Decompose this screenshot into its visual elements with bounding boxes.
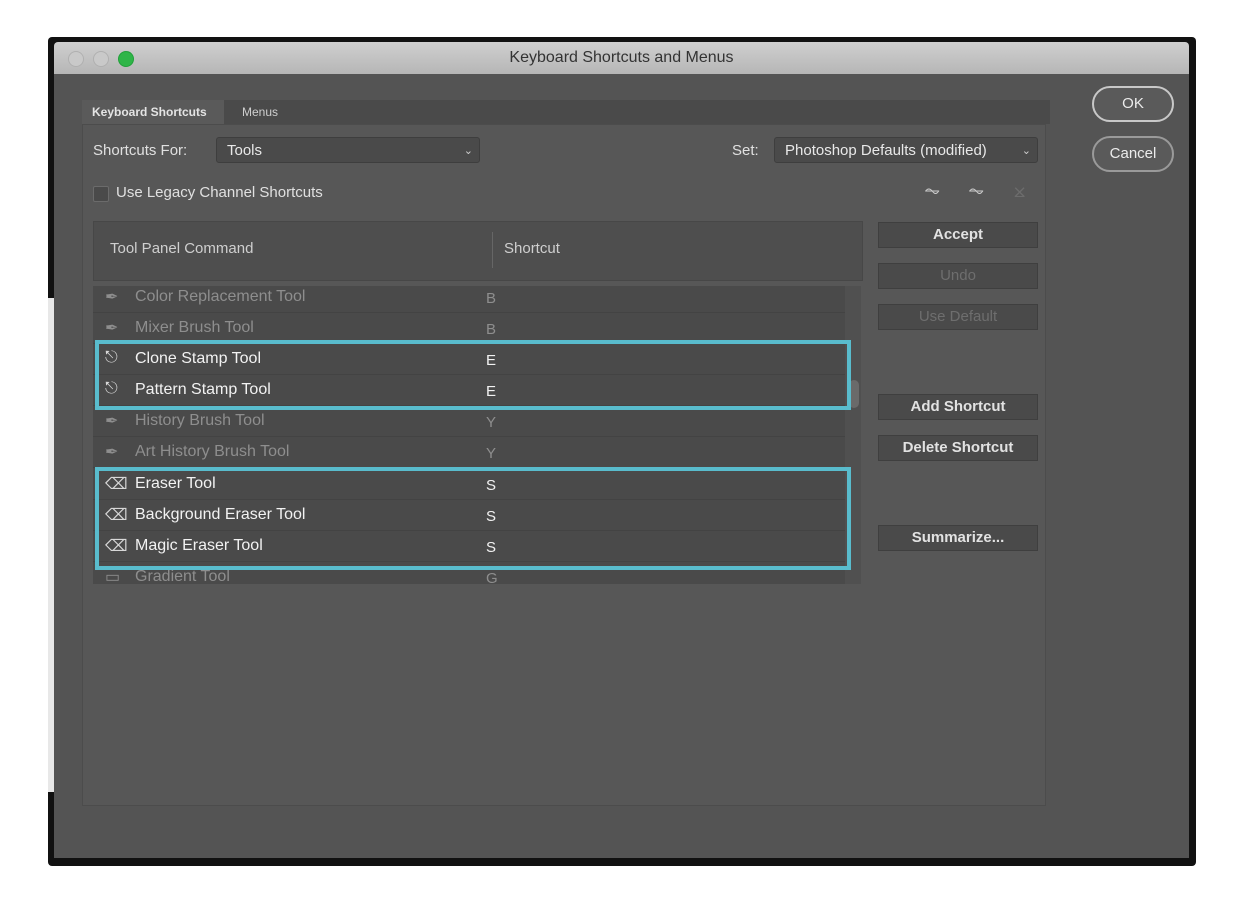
undo-button: Undo	[878, 263, 1038, 289]
history-brush-icon: ✒	[105, 413, 119, 430]
tab-menus[interactable]: Menus	[232, 100, 288, 124]
row-shortcut[interactable]: B	[486, 290, 496, 307]
art-history-brush-icon: ✒	[105, 444, 119, 461]
tab-keyboard-shortcuts[interactable]: Keyboard Shortcuts	[82, 100, 224, 124]
chevron-down-icon: ⌄	[1021, 145, 1031, 157]
cancel-button[interactable]: Cancel	[1092, 136, 1174, 172]
row-command: Color Replacement Tool	[135, 288, 306, 305]
row-command: Mixer Brush Tool	[135, 319, 254, 336]
title-bar: Keyboard Shortcuts and Menus	[54, 42, 1189, 74]
shortcut-column-header: Shortcut	[504, 240, 560, 257]
row-shortcut[interactable]: B	[486, 321, 496, 338]
tab-strip: Keyboard Shortcuts Menus	[82, 100, 1050, 124]
delete-set-icon: ⨲	[1014, 180, 1026, 202]
summarize-button[interactable]: Summarize...	[878, 525, 1038, 551]
new-set-icon[interactable]: ⏦	[968, 180, 984, 203]
table-header: Tool Panel Command Shortcut	[93, 221, 863, 281]
shortcuts-for-label: Shortcuts For:	[93, 142, 188, 159]
shortcuts-for-select[interactable]: Tools ⌄	[216, 137, 480, 163]
shortcuts-for-value: Tools	[227, 142, 263, 159]
save-set-icon[interactable]: ⏦	[924, 180, 940, 203]
row-command: History Brush Tool	[135, 412, 265, 429]
table-row[interactable]: ✒ Color Replacement Tool B	[93, 286, 845, 313]
table-row[interactable]: ✒ Art History Brush Tool Y	[93, 437, 845, 468]
row-command: Gradient Tool	[135, 568, 230, 584]
use-default-button: Use Default	[878, 304, 1038, 330]
set-value: Photoshop Defaults (modified)	[785, 142, 987, 159]
add-shortcut-button[interactable]: Add Shortcut	[878, 394, 1038, 420]
set-label: Set:	[732, 142, 759, 159]
window-title: Keyboard Shortcuts and Menus	[509, 49, 734, 66]
window-edge	[48, 298, 54, 792]
highlight-box-stamp-tools	[95, 340, 851, 410]
row-shortcut[interactable]: Y	[486, 445, 496, 462]
row-shortcut[interactable]: Y	[486, 414, 496, 431]
command-column-header: Tool Panel Command	[110, 240, 254, 257]
row-command: Art History Brush Tool	[135, 443, 290, 460]
set-select[interactable]: Photoshop Defaults (modified) ⌄	[774, 137, 1038, 163]
ok-button[interactable]: OK	[1092, 86, 1174, 122]
legacy-channel-label: Use Legacy Channel Shortcuts	[116, 184, 323, 201]
column-divider	[492, 232, 493, 268]
highlight-box-eraser-tools	[95, 467, 851, 570]
accept-button[interactable]: Accept	[878, 222, 1038, 248]
table-row[interactable]: ✒ History Brush Tool Y	[93, 406, 845, 437]
chevron-down-icon: ⌄	[463, 145, 473, 157]
mixer-brush-icon: ✒	[105, 320, 119, 337]
legacy-channel-checkbox[interactable]	[93, 186, 109, 202]
color-replacement-icon: ✒	[105, 289, 119, 306]
row-shortcut[interactable]: G	[486, 570, 498, 584]
delete-shortcut-button[interactable]: Delete Shortcut	[878, 435, 1038, 461]
